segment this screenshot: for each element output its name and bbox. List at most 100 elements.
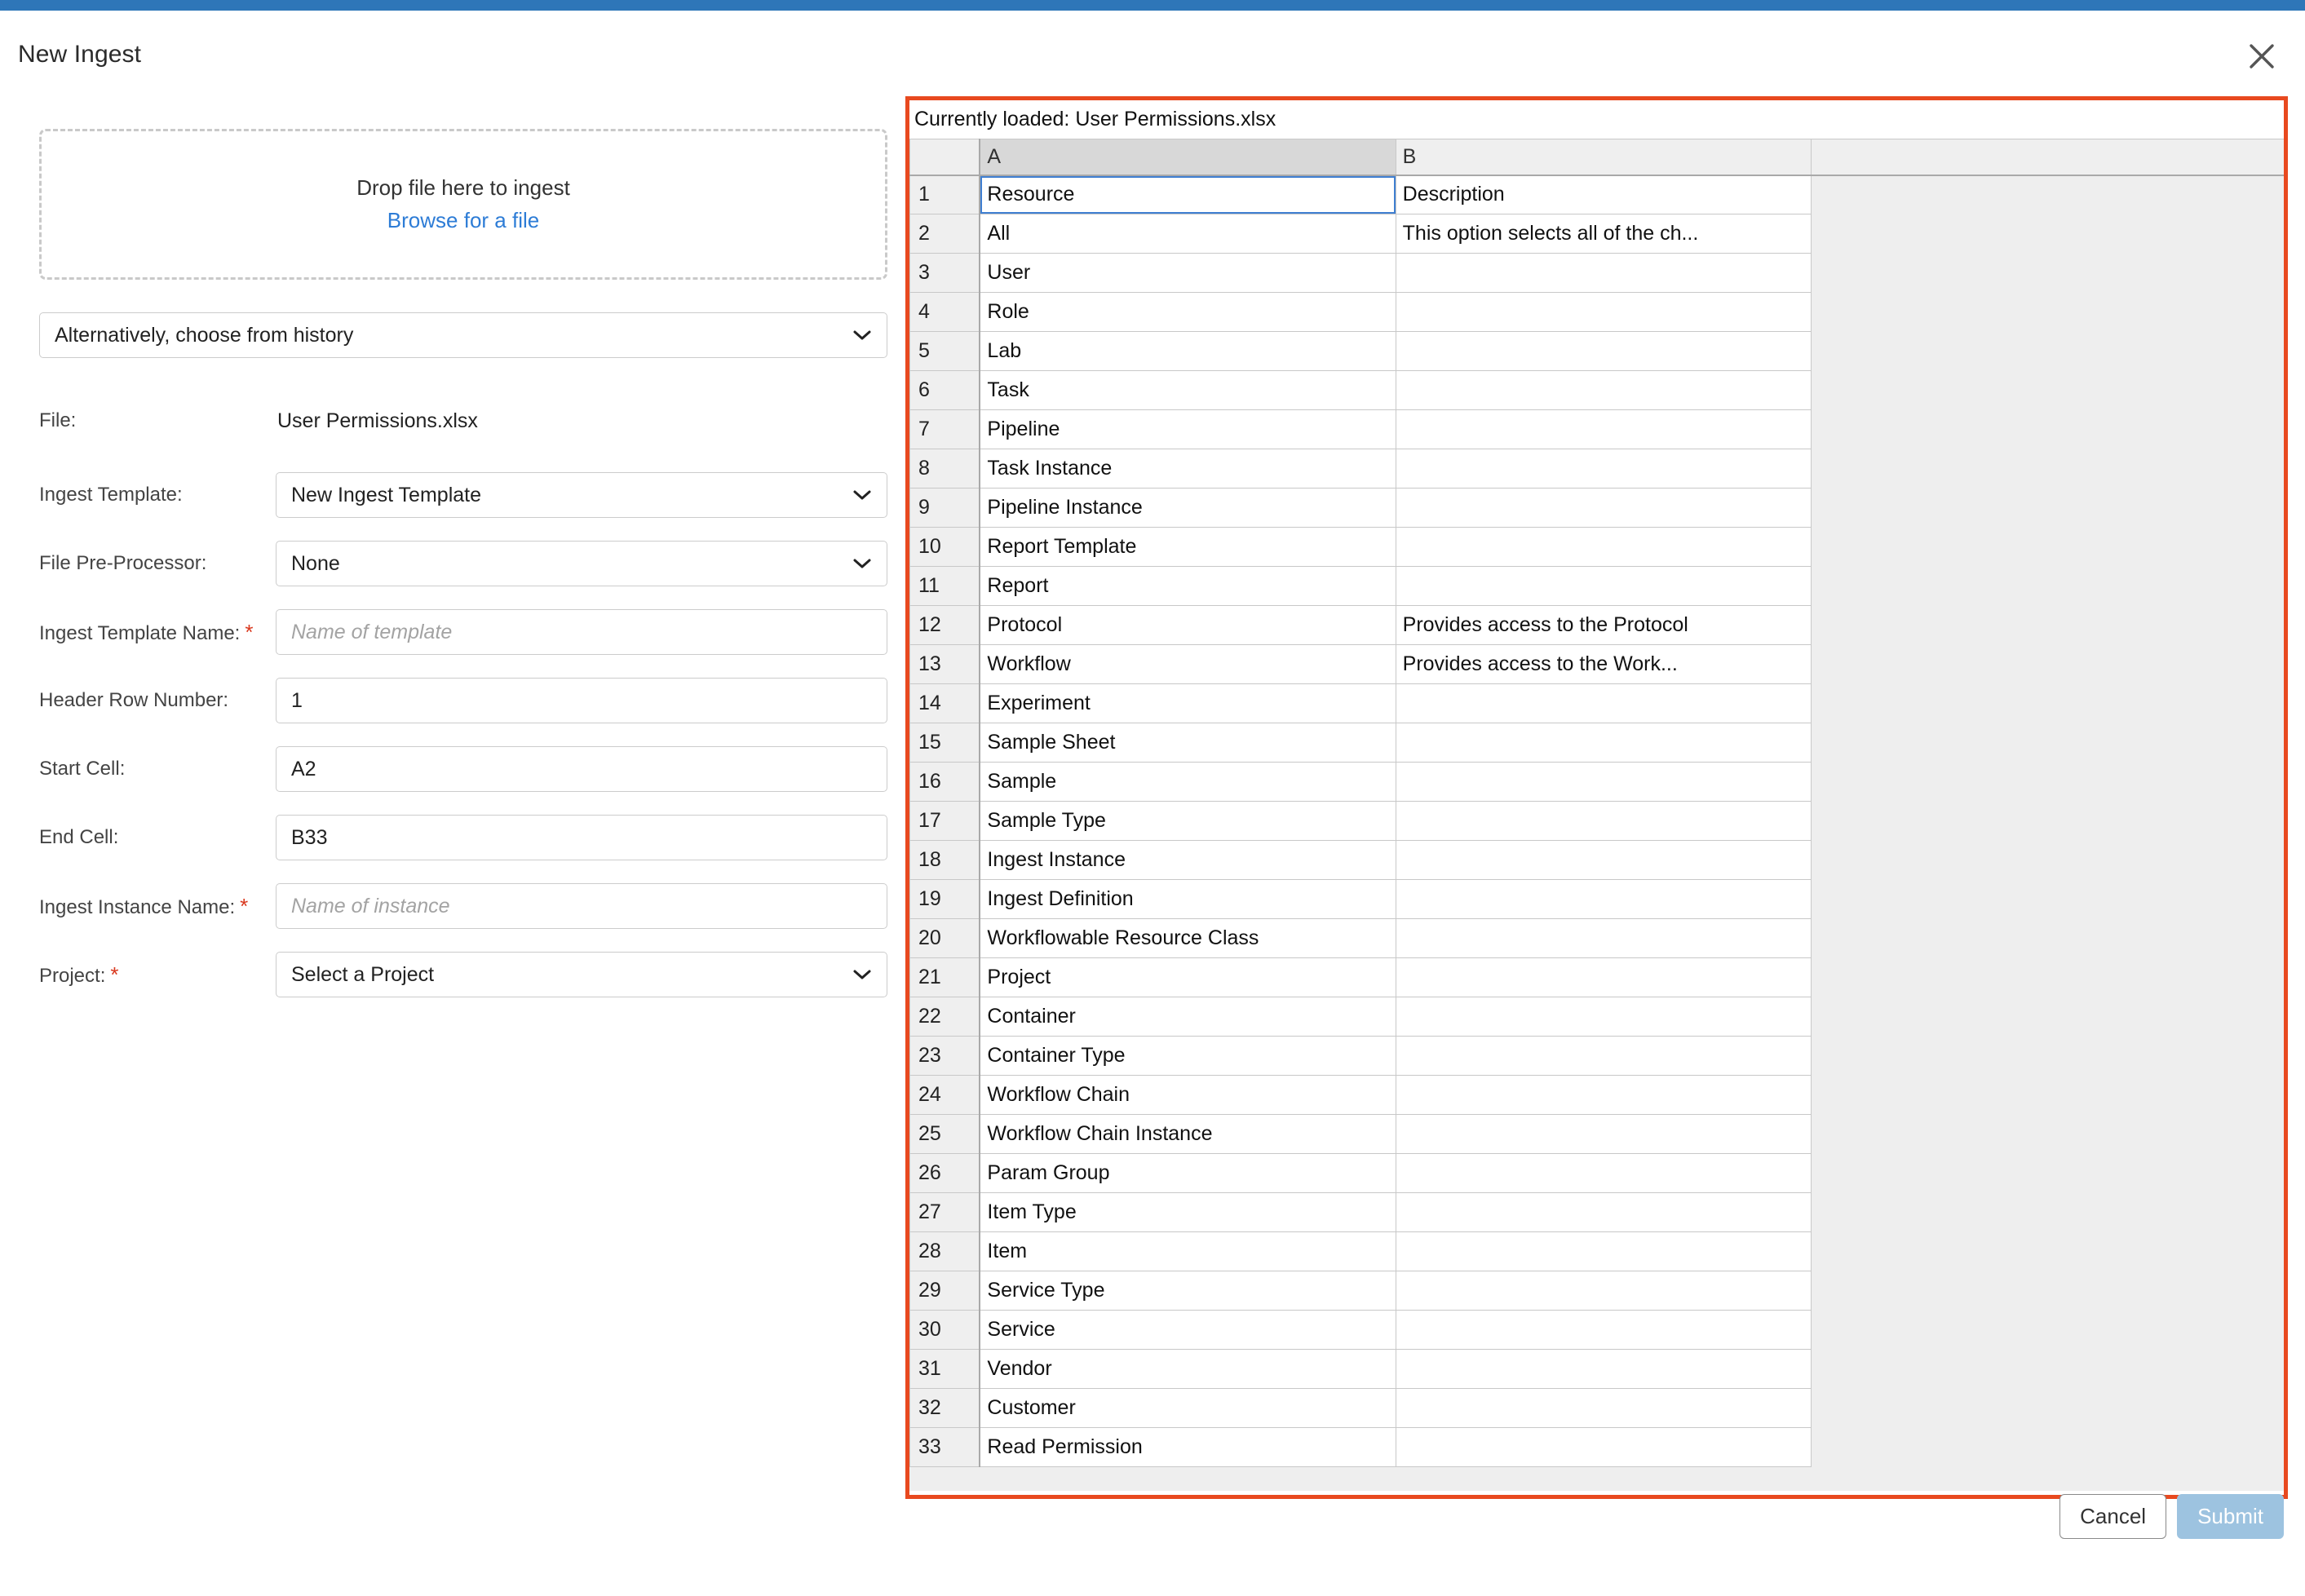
- cancel-button[interactable]: Cancel: [2059, 1494, 2167, 1539]
- cell-a28[interactable]: Item: [979, 1231, 1396, 1271]
- row-header-cell[interactable]: 30: [909, 1310, 981, 1350]
- cell-a2[interactable]: All: [979, 214, 1396, 254]
- row-header-cell[interactable]: 5: [909, 331, 981, 371]
- cell-a22[interactable]: Container: [979, 997, 1396, 1037]
- cell-b3[interactable]: [1395, 253, 1812, 293]
- row-header-cell[interactable]: 26: [909, 1153, 981, 1193]
- row-header-cell[interactable]: 33: [909, 1427, 981, 1467]
- cell-a18[interactable]: Ingest Instance: [979, 840, 1396, 880]
- row-header-cell[interactable]: 3: [909, 253, 981, 293]
- row-header-cell[interactable]: 1: [909, 175, 981, 214]
- row-header-cell[interactable]: 13: [909, 644, 981, 684]
- row-header-cell[interactable]: 29: [909, 1271, 981, 1311]
- cell-b9[interactable]: [1395, 488, 1812, 528]
- cell-b23[interactable]: [1395, 1036, 1812, 1076]
- row-header-cell[interactable]: 10: [909, 527, 981, 567]
- cell-b20[interactable]: [1395, 918, 1812, 958]
- row-header-cell[interactable]: 4: [909, 292, 981, 332]
- end-cell-input[interactable]: B33: [276, 815, 887, 860]
- cell-b21[interactable]: [1395, 957, 1812, 997]
- row-header-cell[interactable]: 2: [909, 214, 981, 254]
- row-header-cell[interactable]: 19: [909, 879, 981, 919]
- row-header-cell[interactable]: 31: [909, 1349, 981, 1389]
- cell-b4[interactable]: [1395, 292, 1812, 332]
- row-header-cell[interactable]: 12: [909, 605, 981, 645]
- cell-a14[interactable]: Experiment: [979, 683, 1396, 723]
- cell-b17[interactable]: [1395, 801, 1812, 841]
- cell-b25[interactable]: [1395, 1114, 1812, 1154]
- spreadsheet-scroll-area[interactable]: A B 1 Resource Description 2 All This option …: [909, 139, 2284, 1491]
- row-header-cell[interactable]: 20: [909, 918, 981, 958]
- cell-a31[interactable]: Vendor: [979, 1349, 1396, 1389]
- row-header-cell[interactable]: 22: [909, 997, 981, 1037]
- cell-b5[interactable]: [1395, 331, 1812, 371]
- browse-for-file-link[interactable]: Browse for a file: [387, 208, 539, 233]
- cell-a3[interactable]: User: [979, 253, 1396, 293]
- cell-a26[interactable]: Param Group: [979, 1153, 1396, 1193]
- cell-b30[interactable]: [1395, 1310, 1812, 1350]
- cell-b7[interactable]: [1395, 409, 1812, 449]
- row-header-cell[interactable]: 7: [909, 409, 981, 449]
- submit-button[interactable]: Submit: [2177, 1494, 2284, 1539]
- cell-a16[interactable]: Sample: [979, 762, 1396, 802]
- row-header-cell[interactable]: 25: [909, 1114, 981, 1154]
- cell-b27[interactable]: [1395, 1192, 1812, 1232]
- cell-b31[interactable]: [1395, 1349, 1812, 1389]
- close-icon[interactable]: [2236, 31, 2287, 82]
- cell-a12[interactable]: Protocol: [979, 605, 1396, 645]
- row-header-cell[interactable]: 6: [909, 370, 981, 410]
- row-header-cell[interactable]: 11: [909, 566, 981, 606]
- cell-a21[interactable]: Project: [979, 957, 1396, 997]
- cell-b16[interactable]: [1395, 762, 1812, 802]
- row-header-cell[interactable]: 18: [909, 840, 981, 880]
- cell-a29[interactable]: Service Type: [979, 1271, 1396, 1311]
- cell-b14[interactable]: [1395, 683, 1812, 723]
- cell-a23[interactable]: Container Type: [979, 1036, 1396, 1076]
- cell-a13[interactable]: Workflow: [979, 644, 1396, 684]
- column-header-a[interactable]: A: [979, 139, 1396, 176]
- row-header-cell[interactable]: 15: [909, 723, 981, 763]
- cell-a32[interactable]: Customer: [979, 1388, 1396, 1428]
- file-preprocessor-select[interactable]: None: [276, 541, 887, 586]
- header-row-number-input[interactable]: 1: [276, 678, 887, 723]
- row-header-cell[interactable]: 8: [909, 449, 981, 489]
- cell-b19[interactable]: [1395, 879, 1812, 919]
- start-cell-input[interactable]: A2: [276, 746, 887, 792]
- cell-b24[interactable]: [1395, 1075, 1812, 1115]
- cell-a30[interactable]: Service: [979, 1310, 1396, 1350]
- cell-a24[interactable]: Workflow Chain: [979, 1075, 1396, 1115]
- cell-b10[interactable]: [1395, 527, 1812, 567]
- cell-a17[interactable]: Sample Type: [979, 801, 1396, 841]
- row-header-cell[interactable]: 32: [909, 1388, 981, 1428]
- cell-b1[interactable]: Description: [1395, 175, 1812, 214]
- ingest-instance-name-input[interactable]: Name of instance: [276, 883, 887, 929]
- cell-a9[interactable]: Pipeline Instance: [979, 488, 1396, 528]
- cell-a1[interactable]: Resource: [979, 175, 1396, 214]
- cell-b33[interactable]: [1395, 1427, 1812, 1467]
- cell-b29[interactable]: [1395, 1271, 1812, 1311]
- cell-b11[interactable]: [1395, 566, 1812, 606]
- cell-b22[interactable]: [1395, 997, 1812, 1037]
- cell-a8[interactable]: Task Instance: [979, 449, 1396, 489]
- ingest-template-select[interactable]: New Ingest Template: [276, 472, 887, 518]
- cell-a7[interactable]: Pipeline: [979, 409, 1396, 449]
- column-header-b[interactable]: B: [1395, 139, 1812, 176]
- cell-b15[interactable]: [1395, 723, 1812, 763]
- row-header-cell[interactable]: 23: [909, 1036, 981, 1076]
- row-header-cell[interactable]: 27: [909, 1192, 981, 1232]
- cell-b26[interactable]: [1395, 1153, 1812, 1193]
- cell-a4[interactable]: Role: [979, 292, 1396, 332]
- project-select[interactable]: Select a Project: [276, 952, 887, 997]
- cell-a10[interactable]: Report Template: [979, 527, 1396, 567]
- cell-a6[interactable]: Task: [979, 370, 1396, 410]
- cell-b28[interactable]: [1395, 1231, 1812, 1271]
- row-header-cell[interactable]: 21: [909, 957, 981, 997]
- cell-a15[interactable]: Sample Sheet: [979, 723, 1396, 763]
- grid-corner-cell[interactable]: [909, 139, 981, 176]
- cell-a5[interactable]: Lab: [979, 331, 1396, 371]
- cell-a25[interactable]: Workflow Chain Instance: [979, 1114, 1396, 1154]
- row-header-cell[interactable]: 16: [909, 762, 981, 802]
- row-header-cell[interactable]: 9: [909, 488, 981, 528]
- history-select[interactable]: Alternatively, choose from history: [39, 312, 887, 358]
- cell-a33[interactable]: Read Permission: [979, 1427, 1396, 1467]
